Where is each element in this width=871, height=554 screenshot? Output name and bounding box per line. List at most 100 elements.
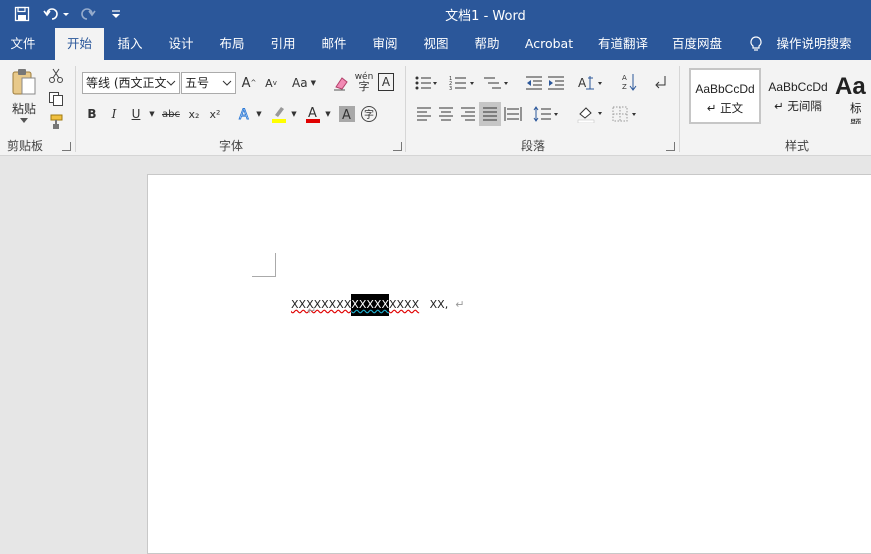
line-spacing-icon[interactable] — [532, 104, 562, 124]
font-size-combo[interactable]: 五号 — [181, 72, 236, 94]
tab-references[interactable]: 引用 — [263, 28, 303, 60]
tab-help[interactable]: 帮助 — [467, 28, 507, 60]
text-effects-icon[interactable]: A — [236, 104, 254, 124]
tell-me-search[interactable]: 操作说明搜索 — [772, 28, 856, 60]
tab-insert[interactable]: 插入 — [110, 28, 150, 60]
underline-button[interactable]: U — [128, 104, 144, 124]
style-no-spacing-name: ↵ 无间隔 — [774, 99, 822, 113]
tab-home[interactable]: 开始 — [55, 28, 104, 60]
italic-button[interactable]: I — [106, 104, 122, 124]
divider — [679, 66, 680, 152]
style-normal[interactable]: AaBbCcDd ↵ 正文 — [689, 68, 761, 124]
increase-indent-icon[interactable] — [546, 73, 566, 93]
font-name-value: 等线 (西文正文 — [86, 76, 167, 90]
document-page[interactable]: XXXXXXXXXXXXXXXXX XX, ↵ ↵ — [147, 174, 871, 554]
tab-review[interactable]: 审阅 — [365, 28, 405, 60]
tab-file[interactable]: 文件 — [0, 28, 46, 60]
highlight-icon[interactable] — [270, 104, 288, 124]
grow-font-button[interactable]: A ^ — [240, 73, 258, 93]
paragraph-launcher-icon[interactable] — [666, 142, 675, 151]
doc-text-after[interactable]: XXXX — [389, 298, 419, 311]
window-title: 文档1 - Word — [445, 9, 526, 24]
change-case-button[interactable]: Aa ▼ — [288, 73, 320, 93]
margin-corner-mark — [252, 253, 276, 277]
doc-text-before[interactable]: XXXXXXXX — [291, 298, 351, 311]
paragraph-group-label: 段落 — [521, 139, 546, 153]
bullets-icon[interactable] — [414, 73, 438, 93]
strikethrough-button[interactable]: abc — [160, 104, 182, 124]
tab-acrobat[interactable]: Acrobat — [518, 28, 580, 60]
align-center-icon[interactable] — [436, 104, 456, 124]
style-normal-preview: AaBbCcDd — [695, 82, 755, 96]
chevron-down-icon[interactable] — [219, 73, 235, 93]
style-no-spacing[interactable]: AaBbCcDd ↵ 无间隔 — [762, 68, 834, 124]
show-marks-icon[interactable] — [652, 73, 670, 93]
chevron-down-icon[interactable] — [163, 73, 179, 93]
style-no-spacing-preview: AaBbCcDd — [768, 80, 828, 94]
shrink-font-button[interactable]: Av — [262, 73, 280, 93]
clipboard-launcher-icon[interactable] — [62, 142, 71, 151]
divider — [75, 66, 76, 152]
distributed-icon[interactable] — [503, 104, 523, 124]
numbering-icon[interactable]: 123 — [448, 73, 476, 93]
font-size-value: 五号 — [185, 76, 210, 90]
tab-mailings[interactable]: 邮件 — [314, 28, 354, 60]
copy-icon[interactable] — [46, 89, 66, 109]
style-normal-name: ↵ 正文 — [706, 101, 744, 115]
paste-button[interactable]: 粘贴 — [6, 100, 42, 116]
multilevel-list-icon[interactable] — [482, 73, 510, 93]
document-line[interactable]: XXXXXXXXXXXXXXXXX XX, ↵ — [277, 285, 464, 324]
align-right-icon[interactable] — [458, 104, 478, 124]
lightbulb-icon[interactable] — [746, 28, 766, 60]
superscript-button[interactable]: x² — [206, 104, 224, 124]
tab-baidu[interactable]: 百度网盘 — [666, 28, 728, 60]
decrease-indent-icon[interactable] — [524, 73, 544, 93]
tab-youdao[interactable]: 有道翻译 — [592, 28, 654, 60]
highlight-dropdown-icon[interactable]: ▼ — [290, 108, 298, 120]
tab-view[interactable]: 视图 — [416, 28, 456, 60]
svg-text:A: A — [308, 106, 317, 121]
borders-icon[interactable] — [610, 104, 640, 124]
paragraph-mark: ↵ — [455, 298, 465, 311]
clear-formatting-icon[interactable] — [332, 73, 350, 93]
ribbon-tabs: 文件 开始 插入 设计 布局 引用 邮件 审阅 视图 帮助 Acrobat 有道… — [0, 28, 871, 60]
style-heading-preview: Aa — [835, 73, 866, 100]
font-name-combo[interactable]: 等线 (西文正文 — [82, 72, 180, 94]
underline-dropdown-icon[interactable]: ▼ — [148, 108, 156, 120]
subscript-button[interactable]: x₂ — [185, 104, 203, 124]
bold-button[interactable]: B — [84, 104, 100, 124]
phonetic-guide-button[interactable]: wén 字 — [354, 71, 374, 93]
doc-text-selected[interactable]: XXXXX — [351, 294, 389, 316]
svg-text:A: A — [239, 107, 249, 122]
svg-text:字: 字 — [364, 108, 374, 121]
tab-layout[interactable]: 布局 — [212, 28, 252, 60]
svg-text:A: A — [622, 74, 627, 82]
grow-font-icon: A — [241, 75, 251, 91]
font-color-dropdown-icon[interactable]: ▼ — [324, 108, 332, 120]
title-bar: 文档1 - Word — [0, 0, 871, 28]
format-painter-icon[interactable] — [46, 112, 66, 132]
svg-text:Z: Z — [622, 83, 627, 91]
align-left-icon[interactable] — [414, 104, 434, 124]
tab-design[interactable]: 设计 — [161, 28, 201, 60]
sort-icon[interactable]: AZ — [620, 71, 640, 93]
style-heading[interactable]: Aa 标题 — [835, 68, 871, 125]
enclose-characters-icon[interactable]: 字 — [360, 104, 378, 124]
clipboard-group-label: 剪贴板 — [7, 139, 44, 153]
phonetic-char: 字 — [358, 80, 370, 93]
font-launcher-icon[interactable] — [393, 142, 402, 151]
shading-icon[interactable] — [576, 104, 606, 124]
styles-group-label: 样式 — [785, 139, 810, 153]
character-border-button[interactable]: A — [378, 73, 394, 91]
paste-dropdown-icon[interactable] — [18, 116, 30, 126]
character-shading-icon[interactable]: A — [338, 104, 356, 124]
paste-icon[interactable] — [8, 66, 40, 98]
chinese-layout-icon[interactable]: A — [576, 73, 606, 93]
cut-icon[interactable] — [46, 66, 66, 86]
font-color-icon[interactable]: A — [304, 104, 322, 124]
justify-icon[interactable] — [479, 102, 501, 126]
doc-text-tail[interactable]: XX, — [430, 298, 449, 311]
svg-text:3: 3 — [449, 86, 452, 91]
text-effects-dropdown-icon[interactable]: ▼ — [255, 108, 263, 120]
style-heading-name: 标题 — [850, 101, 862, 124]
